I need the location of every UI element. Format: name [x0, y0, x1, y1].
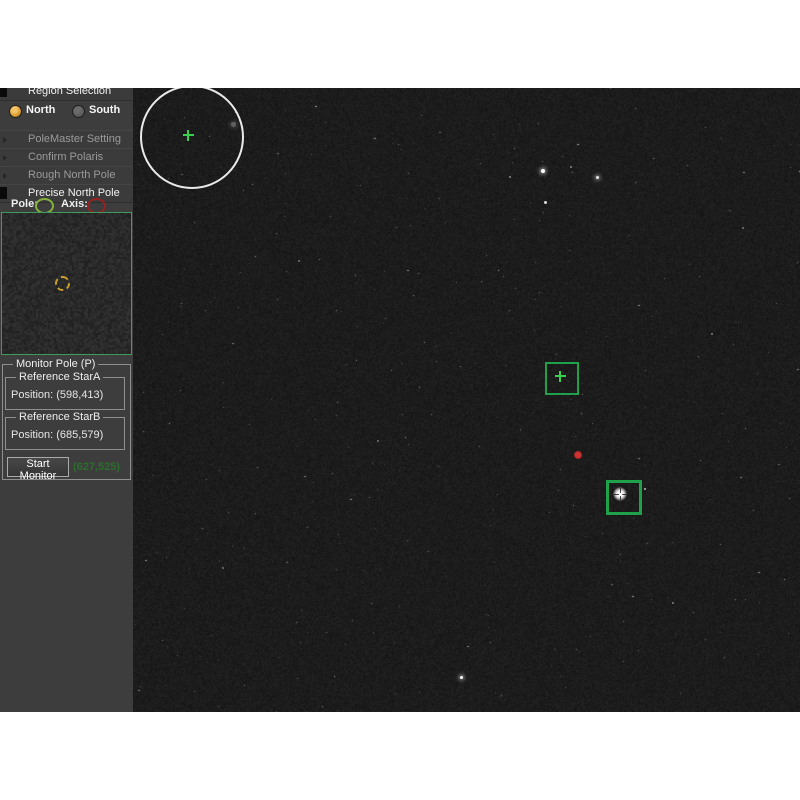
star-b-position: Position: (685,579) [11, 429, 103, 441]
sky-canvas[interactable] [133, 88, 800, 712]
reference-star-b-star [613, 487, 627, 501]
confirm-polaris-label: Confirm Polaris [28, 151, 103, 163]
sidebar: Region Selection North South PoleMaster … [0, 88, 133, 712]
monitor-pole-group: Monitor Pole (P) Reference StarA Positio… [2, 364, 131, 480]
region-selection-label: Region Selection [28, 88, 111, 97]
section-polemaster-setting[interactable]: PoleMaster Setting [0, 130, 133, 149]
section-confirm-polaris[interactable]: Confirm Polaris [0, 148, 133, 167]
screenshot-page: Region Selection North South PoleMaster … [0, 0, 800, 800]
star [460, 676, 463, 679]
radio-north-label[interactable]: North [26, 104, 55, 116]
expander-polemaster-setting-icon [3, 137, 7, 143]
start-monitor-button[interactable]: Start Monitor [7, 457, 69, 477]
expander-confirm-polaris-icon [3, 155, 7, 161]
reference-star-b-label: Reference StarB [16, 411, 103, 423]
star [711, 333, 713, 335]
reference-star-a-label: Reference StarA [16, 371, 103, 383]
reference-star-b-group: Reference StarB Position: (685,579) [5, 417, 125, 450]
star-a-position: Position: (598,413) [11, 389, 103, 401]
radio-south-label[interactable]: South [89, 104, 120, 116]
star [672, 602, 674, 604]
star [222, 567, 224, 569]
monitor-pole-label: Monitor Pole (P) [13, 358, 98, 370]
radio-south[interactable] [72, 105, 85, 118]
star [298, 260, 300, 262]
expander-rough-north-pole-icon [3, 173, 7, 179]
star [596, 176, 599, 179]
axis-legend-label: Axis: [61, 198, 88, 210]
pole-zoom-preview[interactable] [1, 212, 132, 355]
expander-region-icon [0, 88, 7, 97]
pole-center-cross [183, 130, 194, 141]
star [742, 227, 744, 229]
star [541, 169, 545, 173]
pole-coordinates-readout: (627,525) [73, 461, 120, 473]
legend-row: Pole: Axis: [0, 198, 133, 212]
star [377, 440, 379, 442]
section-region-selection[interactable]: Region Selection [0, 88, 133, 101]
pole-legend-label: Pole: [11, 198, 38, 210]
region-radio-group: North South [0, 101, 133, 123]
rough-north-pole-label: Rough North Pole [28, 169, 115, 181]
star [509, 176, 511, 178]
reference-star-a-cross [555, 371, 566, 382]
star [544, 201, 547, 204]
reference-star-a-group: Reference StarA Position: (598,413) [5, 377, 125, 410]
pole-target-circle-icon [55, 276, 70, 291]
star [644, 488, 646, 490]
section-rough-north-pole[interactable]: Rough North Pole [0, 166, 133, 185]
star [570, 166, 572, 168]
axis-marker-dot [574, 451, 582, 459]
polemaster-setting-label: PoleMaster Setting [28, 133, 121, 145]
starfield-view [133, 88, 800, 712]
polemaster-app-window: Region Selection North South PoleMaster … [0, 88, 800, 712]
radio-north[interactable] [9, 105, 22, 118]
